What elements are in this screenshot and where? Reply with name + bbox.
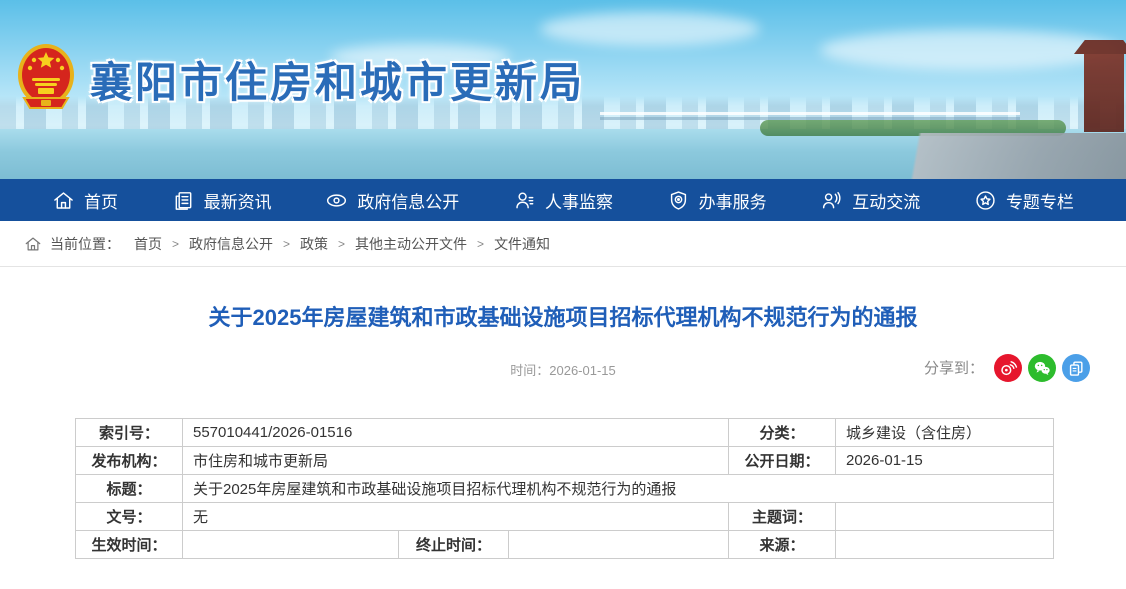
wechat-share-icon[interactable] — [1028, 354, 1056, 382]
nav-item-interaction[interactable]: 互动交流 — [820, 188, 920, 213]
breadcrumb-location-label: 当前位置： — [50, 234, 120, 254]
index-number-value: 557010441/2026-01516 — [183, 418, 729, 446]
nav-item-home[interactable]: 首页 — [52, 188, 118, 213]
issuing-agency-label: 发布机构： — [76, 446, 183, 474]
nav-item-label: 互动交流 — [852, 188, 920, 213]
publish-date-value: 2026-01-15 — [836, 446, 1054, 474]
nav-item-news[interactable]: 最新资讯 — [172, 188, 272, 213]
nav-item-personnel[interactable]: 人事监察 — [513, 188, 613, 213]
national-emblem-icon — [16, 42, 76, 116]
date-value: 2026-01-15 — [549, 363, 616, 378]
share-bar: 分享到： — [924, 354, 1090, 382]
bridge-decoration — [600, 112, 1020, 115]
home-icon — [52, 189, 75, 212]
expiry-date-label: 终止时间： — [399, 530, 509, 558]
effective-date-label: 生效时间： — [76, 530, 183, 558]
cloud-decoration — [820, 30, 1120, 70]
nav-item-label: 政府信息公开 — [357, 188, 459, 213]
breadcrumb: 当前位置： 首页 > 政府信息公开 > 政策 > 其他主动公开文件 > 文件通知 — [0, 221, 1126, 267]
nav-item-services[interactable]: 办事服务 — [667, 188, 767, 213]
breadcrumb-separator: > — [477, 237, 484, 251]
table-row: 索引号： 557010441/2026-01516 分类： 城乡建设（含住房） — [76, 418, 1054, 446]
pavilion-decoration — [1084, 52, 1124, 132]
doc-title-label: 标题： — [76, 474, 183, 502]
doc-number-value: 无 — [183, 502, 729, 530]
road-decoration — [826, 133, 1126, 179]
nav-item-special-columns[interactable]: 专题专栏 — [974, 188, 1074, 213]
weibo-share-icon[interactable] — [994, 354, 1022, 382]
nav-item-gov-info[interactable]: 政府信息公开 — [325, 188, 459, 213]
document-metadata-table: 索引号： 557010441/2026-01516 分类： 城乡建设（含住房） … — [75, 418, 1126, 559]
expiry-date-value — [509, 530, 729, 558]
share-label: 分享到： — [924, 357, 984, 378]
main-nav: 首页 最新资讯 政府信息公开 人事监察 办事服务 — [0, 179, 1126, 221]
nav-item-label: 首页 — [84, 188, 118, 213]
copy-share-icon[interactable] — [1062, 354, 1090, 382]
site-title: 襄阳市住房和城市更新局 — [90, 49, 585, 110]
breadcrumb-item-other-public-docs[interactable]: 其他主动公开文件 — [355, 234, 467, 254]
table-row: 文号： 无 主题词： — [76, 502, 1054, 530]
keywords-value — [836, 502, 1054, 530]
table-row: 生效时间： 终止时间： 来源： — [76, 530, 1054, 558]
issuing-agency-value: 市住房和城市更新局 — [183, 446, 729, 474]
breadcrumb-item-doc-notice[interactable]: 文件通知 — [494, 234, 550, 254]
site-banner: 襄阳市住房和城市更新局 — [0, 0, 1126, 179]
keywords-label: 主题词： — [729, 502, 836, 530]
page: 襄阳市住房和城市更新局 首页 最新资讯 政府信息公开 人事监察 — [0, 0, 1126, 589]
people-chat-icon — [820, 189, 843, 212]
nav-item-label: 最新资讯 — [204, 188, 272, 213]
article-title: 关于2025年房屋建筑和市政基础设施项目招标代理机构不规范行为的通报 — [0, 303, 1126, 334]
nav-item-label: 人事监察 — [545, 188, 613, 213]
person-icon — [513, 189, 536, 212]
source-value — [836, 530, 1054, 558]
source-label: 来源： — [729, 530, 836, 558]
breadcrumb-item-gov-info[interactable]: 政府信息公开 — [189, 234, 273, 254]
publish-date-label: 公开日期： — [729, 446, 836, 474]
news-icon — [172, 189, 195, 212]
article-meta: 时间：2026-01-15 分享到： — [0, 354, 1126, 384]
category-value: 城乡建设（含住房） — [836, 418, 1054, 446]
breadcrumb-item-home[interactable]: 首页 — [134, 234, 162, 254]
cloud-decoration — [540, 12, 760, 46]
date-label: 时间： — [510, 363, 549, 378]
nav-item-label: 办事服务 — [699, 188, 767, 213]
article: 关于2025年房屋建筑和市政基础设施项目招标代理机构不规范行为的通报 时间：20… — [0, 267, 1126, 559]
breadcrumb-separator: > — [283, 237, 290, 251]
breadcrumb-separator: > — [172, 237, 179, 251]
nav-item-label: 专题专栏 — [1006, 188, 1074, 213]
effective-date-value — [183, 530, 399, 558]
index-number-label: 索引号： — [76, 418, 183, 446]
home-icon — [24, 235, 42, 253]
breadcrumb-separator: > — [338, 237, 345, 251]
doc-title-value: 关于2025年房屋建筑和市政基础设施项目招标代理机构不规范行为的通报 — [183, 474, 1054, 502]
category-label: 分类： — [729, 418, 836, 446]
doc-number-label: 文号： — [76, 502, 183, 530]
table-row: 发布机构： 市住房和城市更新局 公开日期： 2026-01-15 — [76, 446, 1054, 474]
breadcrumb-item-policy[interactable]: 政策 — [300, 234, 328, 254]
star-circle-icon — [974, 189, 997, 212]
table-row: 标题： 关于2025年房屋建筑和市政基础设施项目招标代理机构不规范行为的通报 — [76, 474, 1054, 502]
shield-icon — [667, 189, 690, 212]
eye-icon — [325, 189, 348, 212]
